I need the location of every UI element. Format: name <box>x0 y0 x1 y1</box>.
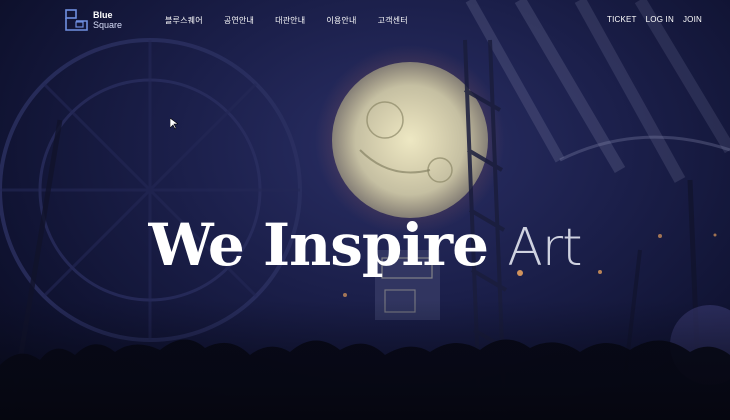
ticket-link[interactable]: TICKET <box>607 15 637 24</box>
nav-item-bluesquare[interactable]: 블루스퀘어 <box>165 15 203 26</box>
brand-name: Blue Square <box>93 10 122 30</box>
blue-square-logo-icon <box>65 9 88 31</box>
site-header: Blue Square 블루스퀘어 공연안내 대관안내 이용안내 고객센터 TI… <box>0 0 730 40</box>
brand-name-line2: Square <box>93 20 123 30</box>
nav-item-guide[interactable]: 이용안내 <box>326 15 356 26</box>
hero-word-we-inspire: We Inspire <box>148 210 489 279</box>
nav-item-support[interactable]: 고객센터 <box>378 15 408 26</box>
hero-word-art: Art <box>507 217 582 278</box>
nav-item-performances[interactable]: 공연안내 <box>224 15 254 26</box>
hero-headline: We Inspire Art <box>0 211 730 279</box>
brand-name-line1: Blue <box>93 10 113 20</box>
mouse-cursor-icon <box>170 118 178 130</box>
hero-page: Blue Square 블루스퀘어 공연안내 대관안내 이용안내 고객센터 TI… <box>0 0 730 420</box>
brand-logo[interactable]: Blue Square <box>65 9 122 31</box>
main-nav: 블루스퀘어 공연안내 대관안내 이용안내 고객센터 <box>165 15 408 26</box>
login-link[interactable]: LOG IN <box>646 15 674 24</box>
utility-nav: TICKET LOG IN JOIN <box>607 15 702 24</box>
nav-item-rental[interactable]: 대관안내 <box>275 15 305 26</box>
moon-shape <box>332 62 488 218</box>
join-link[interactable]: JOIN <box>683 15 702 24</box>
